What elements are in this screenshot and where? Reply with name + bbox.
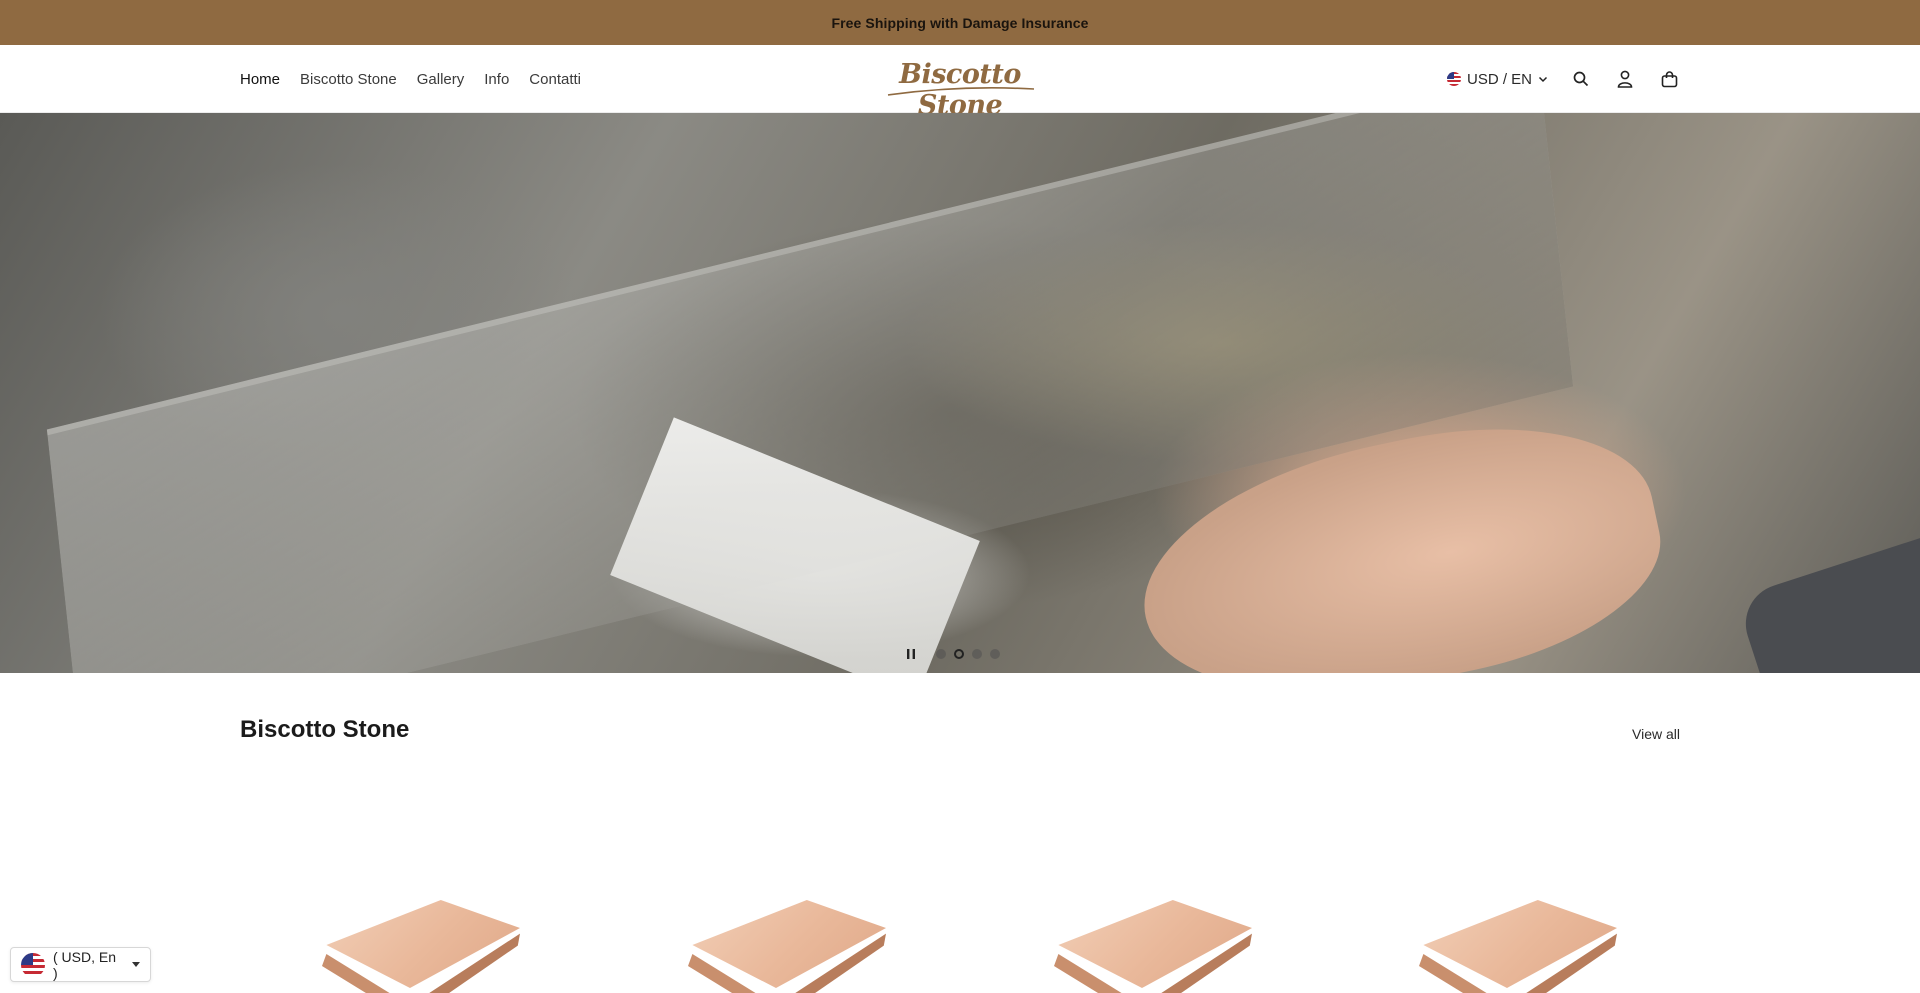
product-card[interactable] [240,880,580,993]
slide-dot-2[interactable] [954,649,964,659]
nav-item-contatti[interactable]: Contatti [529,71,581,88]
locale-selector[interactable]: USD / EN [1446,70,1548,88]
slideshow-controls [900,643,1000,665]
nav-item-home[interactable]: Home [240,71,280,88]
account-button[interactable] [1614,68,1636,90]
nav-item-gallery[interactable]: Gallery [417,71,465,88]
collection-header: Biscotto Stone View all [240,716,1680,756]
hero-slideshow [0,113,1920,673]
product-card[interactable] [972,880,1312,993]
product-card[interactable] [606,880,946,993]
account-icon [1617,70,1633,88]
announcement-bar: Free Shipping with Damage Insurance [0,0,1920,45]
cart-button[interactable] [1658,68,1680,90]
nav-item-info[interactable]: Info [484,71,509,88]
product-image [666,900,886,993]
site-header: Home Biscotto Stone Gallery Info Contatt… [0,45,1920,121]
currency-widget-label: ( USD, En ) [53,948,117,981]
pause-button[interactable] [900,643,922,665]
hero-image-sleeve [1735,517,1920,673]
currency-converter-widget[interactable]: ( USD, En ) [10,947,151,982]
product-image [300,900,520,993]
nav-item-biscotto-stone[interactable]: Biscotto Stone [300,71,397,88]
slide-dot-4[interactable] [990,649,1000,659]
slide-dot-3[interactable] [972,649,982,659]
product-image [1397,900,1617,993]
slide-dot-1[interactable] [936,649,946,659]
search-button[interactable] [1570,68,1592,90]
search-icon [1573,71,1589,87]
cart-icon [1661,70,1677,87]
main-nav: Home Biscotto Stone Gallery Info Contatt… [240,45,581,113]
logo-swash-icon [887,87,1035,96]
header-tools: USD / EN [1446,45,1680,113]
pause-icon [907,649,915,659]
brand-logo[interactable]: Biscotto Stone [880,55,1040,121]
chevron-down-icon [1538,76,1548,83]
us-flag-icon [1446,72,1461,86]
product-image [1032,900,1252,993]
locale-label: USD / EN [1466,70,1532,88]
us-flag-icon [21,952,45,977]
slide-dots [936,649,1000,659]
announcement-text: Free Shipping with Damage Insurance [831,14,1089,31]
product-card[interactable] [1337,880,1677,993]
collection-title: Biscotto Stone [240,716,410,743]
view-all-link[interactable]: View all [1632,726,1680,742]
product-grid [240,880,1680,993]
caret-down-icon [132,962,140,967]
